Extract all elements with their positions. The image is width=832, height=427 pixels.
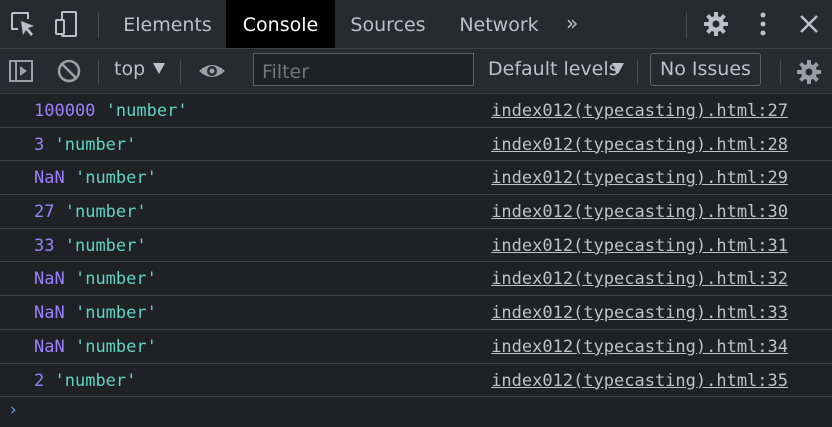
logged-type-string: 'number' [74,269,157,290]
tab-elements[interactable]: Elements [110,0,225,48]
logged-type-string: 'number' [74,336,157,357]
issues-button[interactable]: No Issues [650,53,761,86]
divider [180,59,181,85]
source-link[interactable]: index012(typecasting).html:32 [491,269,788,289]
console-toolbar: top Default levels No Issues [0,49,832,94]
source-link[interactable]: index012(typecasting).html:34 [491,337,788,357]
console-message-row: 100000 'number' index012(typecasting).htm… [0,94,832,128]
console-message-value: NaN 'number' [34,303,157,323]
console-prompt[interactable]: › [8,400,18,420]
source-link[interactable]: index012(typecasting).html:28 [491,135,788,155]
source-link[interactable]: index012(typecasting).html:35 [491,371,788,391]
context-selector[interactable]: top [114,58,145,80]
gear-icon[interactable] [702,10,730,38]
kebab-menu-icon[interactable] [749,10,777,38]
divider [637,59,638,85]
tab-network[interactable]: Network [448,0,550,48]
source-link[interactable]: index012(typecasting).html:31 [491,236,788,256]
logged-number: 3 [34,134,45,155]
logged-number: 27 [34,202,55,223]
filter-input[interactable] [253,53,474,86]
chevron-double-right-icon[interactable]: » [566,11,578,35]
console-message-row: NaN 'number' index012(typecasting).html:3… [0,262,832,297]
tab-console[interactable]: Console [226,0,335,48]
console-message-value: NaN 'number' [34,269,157,289]
source-link[interactable]: index012(typecasting).html:30 [491,202,788,222]
source-link[interactable]: index012(typecasting).html:29 [491,168,788,188]
logged-type-string: 'number' [74,168,157,189]
tab-sources[interactable]: Sources [338,0,438,48]
divider [686,12,687,38]
logged-number: NaN [34,303,65,324]
console-message-row: 33 'number' index012(typecasting).html:31 [0,229,832,263]
source-link[interactable]: index012(typecasting).html:27 [491,101,788,121]
log-levels-dropdown[interactable]: Default levels [488,58,619,80]
console-message-row: 27 'number' index012(typecasting).html:30 [0,195,832,229]
console-message-value: 3 'number' [34,135,136,155]
console-message-row: NaN 'number' index012(typecasting).html:2… [0,161,832,196]
live-expression-icon[interactable] [198,58,225,84]
gear-icon[interactable] [795,58,821,84]
caret-down-icon[interactable] [612,63,624,74]
logged-number: NaN [34,269,65,290]
logged-type-string: 'number' [54,134,137,155]
divider [98,59,99,85]
logged-type-string: 'number' [64,235,147,256]
console-message-row: 3 'number' index012(typecasting).html:28 [0,128,832,162]
logged-number: NaN [34,336,65,357]
logged-number: 100000 [34,101,96,121]
inspect-element-icon[interactable] [9,10,37,38]
logged-number: 2 [34,370,45,391]
console-message-value: 2 'number' [34,371,136,391]
logged-type-string: 'number' [54,370,137,391]
divider [98,12,99,38]
divider [780,59,781,85]
logged-type-string: 'number' [74,303,157,324]
logged-type-string: 'number' [105,101,188,121]
console-message-row: 2 'number' index012(typecasting).html:35 [0,364,832,398]
console-message-value: 27 'number' [34,202,147,222]
logged-type-string: 'number' [64,202,147,223]
close-icon[interactable] [795,10,823,38]
console-message-value: 33 'number' [34,236,147,256]
console-message-value: 100000 'number' [34,101,188,121]
console-log: 100000 'number' index012(typecasting).htm… [0,94,832,398]
console-message-row: NaN 'number' index012(typecasting).html:3… [0,330,832,364]
source-link[interactable]: index012(typecasting).html:33 [491,303,788,323]
devtools-tab-bar: Elements Console Sources Network » [0,0,832,49]
caret-down-icon[interactable] [153,63,165,74]
console-message-value: NaN 'number' [34,337,157,357]
console-message-value: NaN 'number' [34,168,157,188]
device-toolbar-icon[interactable] [53,10,81,38]
logged-number: 33 [34,235,55,256]
clear-console-icon[interactable] [56,58,82,84]
logged-number: NaN [34,168,65,189]
console-message-row: NaN 'number' index012(typecasting).html:3… [0,296,832,330]
console-sidebar-icon[interactable] [8,58,34,84]
